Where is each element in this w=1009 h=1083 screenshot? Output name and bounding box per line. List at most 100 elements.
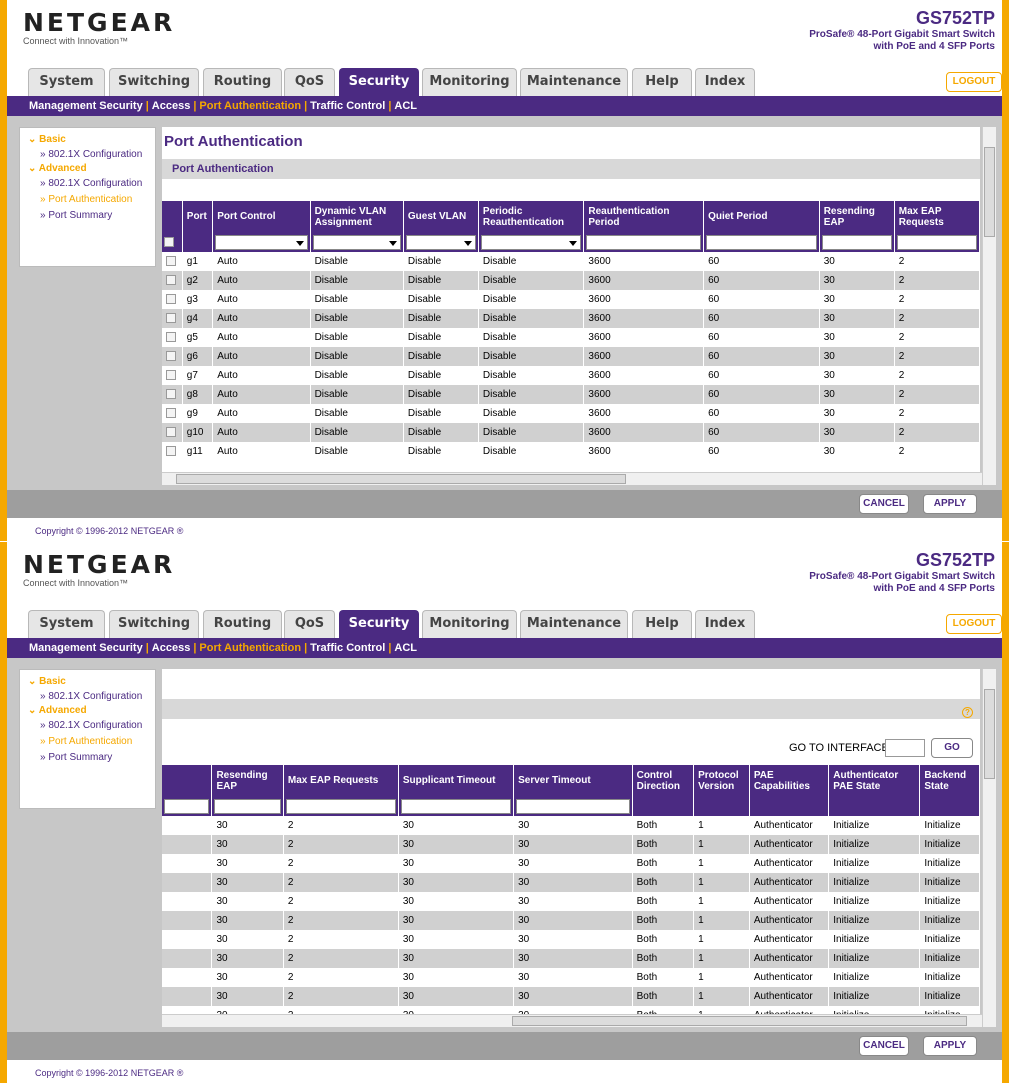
nav-item-port-summary[interactable]: » Port Summary (28, 752, 155, 764)
table-row[interactable]: g8 Auto Disable Disable Disable 3600 60 30 2 (162, 385, 980, 404)
cancel-button[interactable]: CANCEL (859, 1036, 909, 1056)
tab-help[interactable]: Help (632, 68, 692, 96)
tab-system[interactable]: System (28, 68, 105, 96)
nav-item-802-1x-advanced[interactable]: » 802.1X Configuration (28, 720, 155, 732)
tab-switching[interactable]: Switching (109, 610, 199, 638)
table-row[interactable]: g1 Auto Disable Disable Disable 3600 60 30 2 (162, 252, 980, 271)
row-checkbox[interactable] (166, 313, 176, 324)
row-checkbox[interactable] (166, 256, 176, 267)
subnav-management-security[interactable]: Management Security (29, 642, 143, 654)
nav-category-basic[interactable]: ⌄ Basic (28, 134, 155, 145)
table-row[interactable]: 3023030Both1AuthenticatorInitializeIniti… (162, 987, 980, 1006)
table-row[interactable]: 3023030Both1AuthenticatorInitializeIniti… (162, 968, 980, 987)
table-row[interactable]: 3023030Both1AuthenticatorInitializeIniti… (162, 930, 980, 949)
horizontal-scrollbar[interactable] (162, 472, 982, 485)
goto-interface-input[interactable] (885, 739, 925, 757)
filter-input[interactable] (586, 234, 702, 250)
nav-item-port-summary[interactable]: » Port Summary (28, 210, 155, 222)
nav-category-advanced[interactable]: ⌄ Advanced (28, 705, 155, 716)
table-row[interactable]: g9 Auto Disable Disable Disable 3600 60 30 2 (162, 404, 980, 423)
subnav-acl[interactable]: ACL (394, 642, 417, 654)
table-row[interactable]: g4 Auto Disable Disable Disable 3600 60 30 2 (162, 309, 980, 328)
subnav-traffic-control[interactable]: Traffic Control (310, 642, 385, 654)
table-row[interactable]: g7 Auto Disable Disable Disable 3600 60 30 2 (162, 366, 980, 385)
scroll-thumb[interactable] (176, 474, 626, 484)
tab-security[interactable]: Security (339, 610, 419, 638)
table-row[interactable]: g6 Auto Disable Disable Disable 3600 60 30 2 (162, 347, 980, 366)
row-checkbox[interactable] (166, 446, 176, 457)
table-row[interactable]: 3023030Both1AuthenticatorInitializeIniti… (162, 892, 980, 911)
filter-input[interactable] (821, 234, 892, 250)
table-row[interactable]: 3023030Both1AuthenticatorInitializeIniti… (162, 854, 980, 873)
table-row[interactable]: 3023030Both1AuthenticatorInitializeIniti… (162, 873, 980, 892)
filter-input[interactable] (164, 798, 210, 814)
select-all-checkbox[interactable] (164, 236, 174, 247)
scroll-thumb[interactable] (984, 147, 995, 237)
tab-monitoring[interactable]: Monitoring (422, 68, 517, 96)
tab-help[interactable]: Help (632, 610, 692, 638)
tab-maintenance[interactable]: Maintenance (520, 68, 628, 96)
subnav-port-authentication[interactable]: Port Authentication (199, 642, 301, 654)
table-row[interactable]: 3023030Both1AuthenticatorInitializeIniti… (162, 816, 980, 835)
table-row[interactable]: g11 Auto Disable Disable Disable 3600 60 30 2 (162, 442, 980, 461)
scroll-thumb[interactable] (512, 1016, 967, 1026)
nav-item-port-authentication[interactable]: » Port Authentication (28, 736, 155, 748)
subnav-traffic-control[interactable]: Traffic Control (310, 100, 385, 112)
tab-security[interactable]: Security (339, 68, 419, 96)
tab-maintenance[interactable]: Maintenance (520, 610, 628, 638)
table-row[interactable]: g3 Auto Disable Disable Disable 3600 60 30 2 (162, 290, 980, 309)
row-checkbox[interactable] (166, 427, 176, 438)
logout-button[interactable]: LOGOUT (946, 72, 1002, 92)
row-checkbox[interactable] (166, 370, 176, 381)
filter-input[interactable] (285, 798, 396, 814)
apply-button[interactable]: APPLY (923, 1036, 977, 1056)
row-checkbox[interactable] (166, 408, 176, 419)
table-row[interactable]: g5 Auto Disable Disable Disable 3600 60 30 2 (162, 328, 980, 347)
row-checkbox[interactable] (166, 332, 176, 343)
row-checkbox[interactable] (166, 389, 176, 400)
filter-select[interactable] (480, 234, 582, 250)
tab-qos[interactable]: QoS (284, 610, 335, 638)
filter-input[interactable] (896, 234, 977, 250)
table-row[interactable]: 3023030Both1AuthenticatorInitializeIniti… (162, 911, 980, 930)
cancel-button[interactable]: CANCEL (859, 494, 909, 514)
vertical-scrollbar[interactable] (982, 127, 996, 485)
subnav-access[interactable]: Access (152, 100, 191, 112)
tab-index[interactable]: Index (695, 68, 755, 96)
filter-input[interactable] (706, 234, 817, 250)
tab-routing[interactable]: Routing (203, 68, 282, 96)
nav-category-basic[interactable]: ⌄ Basic (28, 676, 155, 687)
table-row[interactable]: 3023030Both1AuthenticatorInitializeIniti… (162, 835, 980, 854)
subnav-management-security[interactable]: Management Security (29, 100, 143, 112)
apply-button[interactable]: APPLY (923, 494, 977, 514)
filter-select[interactable] (312, 234, 401, 250)
table-row[interactable]: g10 Auto Disable Disable Disable 3600 60 30 2 (162, 423, 980, 442)
tab-system[interactable]: System (28, 610, 105, 638)
horizontal-scrollbar[interactable] (162, 1014, 982, 1027)
filter-input[interactable] (400, 798, 512, 814)
tab-qos[interactable]: QoS (284, 68, 335, 96)
filter-select[interactable] (405, 234, 476, 250)
tab-monitoring[interactable]: Monitoring (422, 610, 517, 638)
row-checkbox[interactable] (166, 294, 176, 305)
tab-routing[interactable]: Routing (203, 610, 282, 638)
tab-switching[interactable]: Switching (109, 68, 199, 96)
table-row[interactable]: 3023030Both1AuthenticatorInitializeIniti… (162, 949, 980, 968)
subnav-acl[interactable]: ACL (394, 100, 417, 112)
nav-item-802-1x-basic[interactable]: » 802.1X Configuration (28, 149, 155, 161)
filter-select[interactable] (215, 234, 308, 250)
nav-item-802-1x-advanced[interactable]: » 802.1X Configuration (28, 178, 155, 190)
scroll-thumb[interactable] (984, 689, 995, 779)
nav-item-802-1x-basic[interactable]: » 802.1X Configuration (28, 691, 155, 703)
table-row[interactable]: g2 Auto Disable Disable Disable 3600 60 30 2 (162, 271, 980, 290)
vertical-scrollbar[interactable] (982, 669, 996, 1027)
nav-item-port-authentication[interactable]: » Port Authentication (28, 194, 155, 206)
row-checkbox[interactable] (166, 275, 176, 286)
filter-input[interactable] (214, 798, 281, 814)
subnav-port-authentication[interactable]: Port Authentication (199, 100, 301, 112)
nav-category-advanced[interactable]: ⌄ Advanced (28, 163, 155, 174)
row-checkbox[interactable] (166, 351, 176, 362)
subnav-access[interactable]: Access (152, 642, 191, 654)
tab-index[interactable]: Index (695, 610, 755, 638)
go-button[interactable]: GO (931, 738, 973, 758)
